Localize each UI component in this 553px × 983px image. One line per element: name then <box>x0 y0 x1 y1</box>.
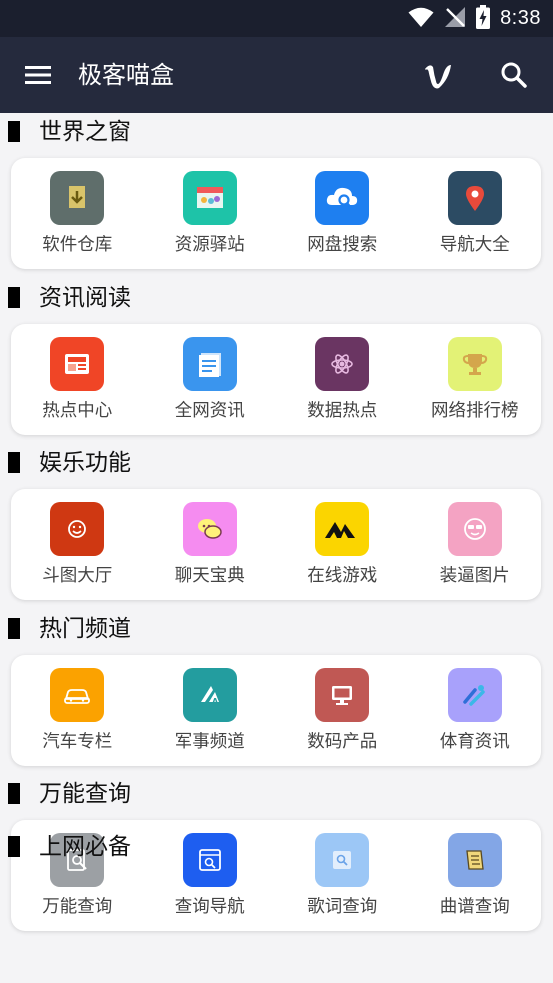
tile-label: 装逼图片 <box>439 566 510 586</box>
content-list[interactable]: 世界之窗 软件仓库 资源驿站 网盘搜索 导航大全 资讯阅读 热点中心 全网资讯 … <box>0 113 553 941</box>
tile-label: 斗图大厅 <box>42 566 113 586</box>
section-card: 热点中心 全网资讯 数据热点 网络排行榜 <box>11 323 542 435</box>
download-box-icon <box>50 171 105 225</box>
tile-ranking[interactable]: 网络排行榜 <box>409 324 542 435</box>
monitor-icon <box>315 667 370 722</box>
tile-sports-news[interactable]: 体育资讯 <box>409 655 542 766</box>
tile-label: 万能查询 <box>42 897 113 917</box>
section-card: 汽车专栏 A 军事频道 数码产品 体育资讯 <box>11 654 542 766</box>
car-icon <box>50 667 105 722</box>
tile-label: 歌词查询 <box>307 897 378 917</box>
smiley-icon <box>50 502 105 556</box>
svg-text:A: A <box>212 697 219 706</box>
section-news-reading: 资讯阅读 热点中心 全网资讯 数据热点 网络排行榜 <box>0 279 553 445</box>
tile-military[interactable]: A 军事频道 <box>144 655 277 766</box>
tile-auto-column[interactable]: 汽车专栏 <box>11 655 144 766</box>
app-title: 极客喵盒 <box>78 61 174 89</box>
trophy-icon <box>447 336 502 391</box>
tile-digital-products[interactable]: 数码产品 <box>276 655 409 766</box>
tile-cloud-search[interactable]: 网盘搜索 <box>276 158 409 269</box>
tile-label: 软件仓库 <box>42 235 113 255</box>
tile-resource-station[interactable]: 资源驿站 <box>144 158 277 269</box>
tile-label: 聊天宝典 <box>174 566 245 586</box>
search-icon[interactable] <box>494 57 534 93</box>
battery-charging-icon <box>476 4 491 33</box>
cool-face-icon <box>447 502 502 556</box>
tile-label: 网盘搜索 <box>307 235 378 255</box>
vimeo-icon[interactable] <box>418 57 458 93</box>
sports-icon <box>447 667 502 722</box>
tile-label: 导航大全 <box>439 235 510 255</box>
section-header: 上网必备 <box>0 828 553 866</box>
wifi-icon <box>408 6 434 32</box>
section-card: 斗图大厅 聊天宝典 在线游戏 装逼图片 <box>11 489 541 600</box>
chat-bubble-icon <box>182 502 237 556</box>
app-bar: 极客喵盒 <box>0 37 553 113</box>
tile-software-repo[interactable]: 软件仓库 <box>11 158 144 269</box>
section-header: 热门频道 <box>0 610 553 648</box>
tile-all-news[interactable]: 全网资讯 <box>144 324 277 435</box>
status-icons: 8:38 <box>408 0 541 37</box>
tile-meme-hall[interactable]: 斗图大厅 <box>11 489 144 600</box>
tile-label: 资源驿站 <box>174 235 245 255</box>
tile-label: 军事频道 <box>174 731 245 752</box>
tile-label: 全网资讯 <box>174 400 245 421</box>
tile-label: 体育资讯 <box>439 731 510 752</box>
section-world-window: 世界之窗 软件仓库 资源驿站 网盘搜索 导航大全 <box>0 113 553 279</box>
military-icon: A <box>182 667 237 722</box>
tile-label: 热点中心 <box>42 400 113 421</box>
section-title: 上网必备 <box>39 834 131 860</box>
section-marker <box>8 783 20 804</box>
tile-online-games[interactable]: 在线游戏 <box>276 489 409 600</box>
section-title: 世界之窗 <box>39 119 131 145</box>
section-marker <box>8 617 20 639</box>
section-card: 软件仓库 资源驿站 网盘搜索 导航大全 <box>11 158 541 269</box>
section-title: 资讯阅读 <box>39 284 131 311</box>
tile-label: 查询导航 <box>174 897 245 917</box>
game-logo-icon <box>315 502 370 556</box>
tile-cool-pictures[interactable]: 装逼图片 <box>409 489 542 600</box>
no-signal-icon <box>444 6 466 32</box>
tile-label: 在线游戏 <box>307 566 378 586</box>
cloud-search-icon <box>315 171 370 225</box>
map-pin-icon <box>447 171 502 225</box>
tile-data-hotspot[interactable]: 数据热点 <box>276 324 409 435</box>
section-title: 热门频道 <box>39 615 131 642</box>
atom-icon <box>315 336 370 391</box>
tile-label: 数据热点 <box>307 400 378 421</box>
status-bar: 8:38 <box>0 0 553 37</box>
tile-navigation[interactable]: 导航大全 <box>409 158 542 269</box>
section-marker <box>8 452 20 473</box>
status-time: 8:38 <box>500 7 541 29</box>
section-marker <box>8 286 20 308</box>
section-hot-channels: 热门频道 汽车专栏 A 军事频道 数码产品 体育资讯 <box>0 610 553 776</box>
store-icon <box>182 171 237 225</box>
document-icon <box>182 336 237 391</box>
section-title: 娱乐功能 <box>39 450 131 476</box>
tile-label: 数码产品 <box>307 731 378 752</box>
section-header: 万能查询 <box>0 775 553 813</box>
section-marker <box>8 121 20 142</box>
section-marker <box>8 836 20 857</box>
menu-icon[interactable] <box>20 59 56 91</box>
section-header: 资讯阅读 <box>0 279 553 317</box>
section-entertainment: 娱乐功能 斗图大厅 聊天宝典 在线游戏 装逼图片 <box>0 444 553 610</box>
section-header: 世界之窗 <box>0 113 553 151</box>
tile-label: 曲谱查询 <box>439 897 510 917</box>
section-internet-essentials: 上网必备 <box>0 828 553 868</box>
tile-label: 网络排行榜 <box>431 400 519 421</box>
tile-label: 汽车专栏 <box>42 731 113 752</box>
tile-chat-guide[interactable]: 聊天宝典 <box>144 489 277 600</box>
section-title: 万能查询 <box>39 781 131 807</box>
tile-hot-center[interactable]: 热点中心 <box>11 324 144 435</box>
section-header: 娱乐功能 <box>0 444 553 482</box>
newspaper-icon <box>50 336 105 391</box>
